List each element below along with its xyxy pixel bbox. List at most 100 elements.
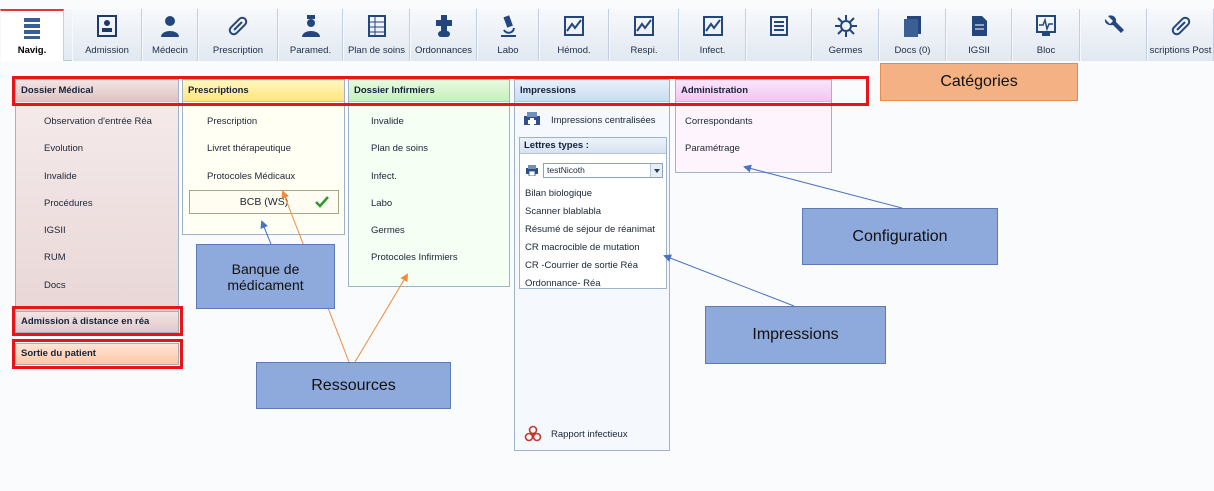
category-dossier-infirmiers: Dossier Infirmiers Invalide Plan de soin… — [348, 79, 510, 287]
navigation-screen: { "toolbar": { "tabs": [ {"label": "Navi… — [0, 0, 1214, 491]
tab-label: scriptions Post — [1149, 45, 1212, 56]
tab-label: Bloc — [1036, 45, 1056, 56]
tab-igsii[interactable]: IGSII — [946, 9, 1012, 61]
chart-icon — [702, 16, 723, 36]
tab-paramed[interactable]: Paramed. — [278, 9, 343, 61]
checkmark-icon — [315, 196, 329, 208]
menu-item-docs[interactable]: Docs — [44, 280, 178, 291]
monitor-icon — [1036, 15, 1056, 36]
tab-admission[interactable]: Admission — [72, 9, 142, 61]
tab-hemod[interactable]: Hémod. — [539, 9, 609, 61]
tab-labo[interactable]: Labo — [477, 9, 539, 61]
letter-template-select[interactable]: testNicoth — [543, 163, 663, 178]
menu-item-prescription[interactable]: Prescription — [207, 116, 344, 127]
tab-prescription[interactable]: Prescription — [198, 9, 278, 61]
tab-ordonnances[interactable]: Ordonnances — [410, 9, 477, 61]
module-toolbar: Navig. Admission Médecin Prescription Pa… — [0, 9, 1214, 61]
menu-item-protocoles-medicaux[interactable]: Protocoles Médicaux — [207, 171, 344, 182]
menu-item-plan-de-soins[interactable]: Plan de soins — [371, 143, 509, 154]
letter-item[interactable]: CR macrocible de mutation — [525, 242, 666, 253]
tab-infect[interactable]: Infect. — [679, 9, 746, 61]
file-icon — [972, 16, 987, 36]
infection-report-link[interactable]: Rapport infectieux — [551, 429, 669, 440]
letter-item[interactable]: Bilan biologique — [525, 188, 666, 199]
tab-label: IGSII — [968, 45, 990, 56]
selected-template: testNicoth — [547, 165, 585, 175]
biohazard-icon — [524, 425, 542, 442]
impressions-arrow — [663, 254, 795, 307]
tab-label: Germes — [828, 45, 863, 56]
banque-line-2: médicament — [227, 276, 304, 293]
tab-docs[interactable]: Docs (0) — [879, 9, 946, 61]
letter-templates-title: Lettres types : — [520, 138, 666, 154]
menu-item-igsii[interactable]: IGSII — [44, 225, 178, 236]
menu-item-labo[interactable]: Labo — [371, 198, 509, 209]
menu-item-rum[interactable]: RUM — [44, 252, 178, 263]
ressources-arrow-infirmiers — [354, 273, 409, 363]
category-dossier-medical: Dossier Médical Observation d'entrée Réa… — [15, 79, 179, 331]
categories-highlight — [12, 76, 869, 106]
tab-label: Labo — [497, 45, 519, 56]
tab-navig[interactable]: Navig. — [0, 9, 64, 61]
tab-respi[interactable]: Respi. — [609, 9, 679, 61]
tab-label: Plan de soins — [347, 45, 406, 56]
menu-item-observation[interactable]: Observation d'entrée Réa — [44, 116, 178, 127]
printer-plus-icon — [524, 112, 540, 127]
tab-tools[interactable] — [1080, 9, 1147, 61]
menu-item-germes[interactable]: Germes — [371, 225, 509, 236]
documents-icon — [903, 16, 921, 37]
sortie-highlight — [12, 339, 183, 369]
banque-callout: Banque de médicament — [196, 244, 335, 309]
categories-callout: Catégories — [880, 63, 1078, 101]
tab-label: Navig. — [17, 45, 47, 56]
printer-icon[interactable] — [526, 164, 538, 176]
care-plan-icon — [367, 15, 386, 37]
tab-label: Ordonnances — [414, 45, 473, 56]
id-card-icon — [97, 15, 117, 37]
bcb-button[interactable]: BCB (WS) — [189, 190, 339, 214]
microscope-icon — [501, 15, 516, 37]
menu-item-invalide[interactable]: Invalide — [371, 116, 509, 127]
list-icon — [770, 16, 788, 36]
tab-label: Paramed. — [289, 45, 332, 56]
tab-label: Docs (0) — [894, 45, 931, 56]
wrench-icon — [1104, 15, 1124, 33]
tab-label: Infect. — [699, 45, 726, 56]
menu-item-infect[interactable]: Infect. — [371, 171, 509, 182]
letter-templates-box: Lettres types : testNicoth Bilan biologi… — [519, 137, 667, 289]
tab-label: Hémod. — [557, 45, 591, 56]
tab-bloc[interactable]: Bloc — [1012, 9, 1080, 61]
letter-item[interactable]: Résumé de séjour de réanimat — [525, 224, 667, 235]
tab-label: Respi. — [630, 45, 658, 56]
menu-item-parametrage[interactable]: Paramétrage — [685, 143, 831, 154]
letter-item[interactable]: CR -Courrier de sortie Réa — [525, 260, 666, 271]
letter-item[interactable]: Ordonnance- Réa — [525, 278, 666, 289]
impressions-callout: Impressions — [705, 306, 886, 364]
menu-item-evolution[interactable]: Evolution — [44, 143, 178, 154]
menu-item-protocoles-infirmiers[interactable]: Protocoles Infirmiers — [371, 252, 509, 263]
centralized-prints-link[interactable]: Impressions centralisées — [551, 115, 669, 126]
chart-icon — [564, 16, 584, 36]
doctor-icon — [161, 16, 179, 37]
category-impressions: Impressions Impressions centralisées Let… — [514, 79, 670, 451]
nurse-icon — [301, 15, 320, 37]
menu-item-invalide[interactable]: Invalide — [44, 171, 178, 182]
menu-item-livret[interactable]: Livret thérapeutique — [207, 143, 344, 154]
menu-item-procedures[interactable]: Procédures — [44, 198, 178, 209]
germ-icon — [834, 15, 857, 37]
menu-item-correspondants[interactable]: Correspondants — [685, 116, 831, 127]
configuration-arrow — [743, 164, 903, 209]
cross-pill-icon — [435, 15, 452, 37]
letter-item[interactable]: Scanner blablabla — [525, 206, 666, 217]
tab-plan-de-soins[interactable]: Plan de soins — [343, 9, 410, 61]
capsule-icon — [1171, 16, 1190, 36]
capsule-icon — [228, 16, 248, 36]
tab-list[interactable] — [746, 9, 812, 61]
chart-icon — [634, 16, 654, 36]
tab-germes[interactable]: Germes — [812, 9, 879, 61]
banque-line-1: Banque de — [231, 260, 300, 277]
chevron-down-icon[interactable] — [650, 164, 662, 177]
tab-prescriptions-post[interactable]: scriptions Post — [1147, 9, 1214, 61]
tab-label: Médecin — [152, 45, 188, 56]
tab-medecin[interactable]: Médecin — [142, 9, 198, 61]
